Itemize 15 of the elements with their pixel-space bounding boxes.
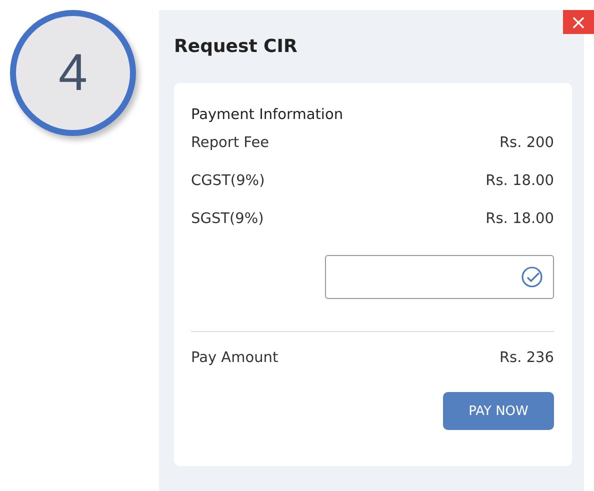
total-label: Pay Amount (191, 350, 278, 366)
dialog-title: Request CIR (174, 36, 298, 57)
input-field[interactable] (325, 255, 554, 299)
close-button[interactable]: × (563, 10, 594, 34)
step-number-badge: 4 (10, 10, 136, 136)
section-title: Payment Information (191, 107, 344, 123)
total-amount: Rs. 236 (499, 350, 554, 366)
fee-amount: Rs. 18.00 (486, 211, 554, 227)
fee-label: Report Fee (191, 135, 270, 151)
pay-now-button[interactable]: PAY NOW (443, 392, 554, 430)
fee-label: CGST(9%) (191, 173, 265, 189)
fee-amount: Rs. 200 (499, 135, 554, 151)
fee-amount: Rs. 18.00 (486, 173, 554, 189)
fee-label: SGST(9%) (191, 211, 264, 227)
check-circle-icon (521, 266, 543, 288)
